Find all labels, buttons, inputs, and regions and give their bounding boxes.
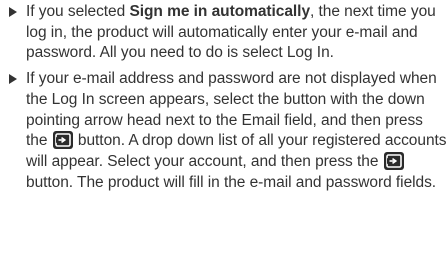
triangle-right-icon [9, 74, 17, 85]
sign-me-in-automatically-label: Sign me in automatically [129, 3, 311, 20]
enter-key-icon [383, 151, 404, 170]
bullet-item-account-list: If your e-mail address and password are … [0, 69, 447, 193]
bullet-text-before-bold: If you selected [26, 3, 130, 20]
triangle-right-icon [9, 7, 17, 17]
bullet-text-segment-3: button. The product will fill in the e-m… [26, 173, 437, 191]
bullet-list: If you selected Sign me in automatically… [0, 2, 447, 193]
enter-key-icon [52, 131, 73, 150]
bullet-item-auto-sign-in: If you selected Sign me in automatically… [0, 2, 447, 64]
